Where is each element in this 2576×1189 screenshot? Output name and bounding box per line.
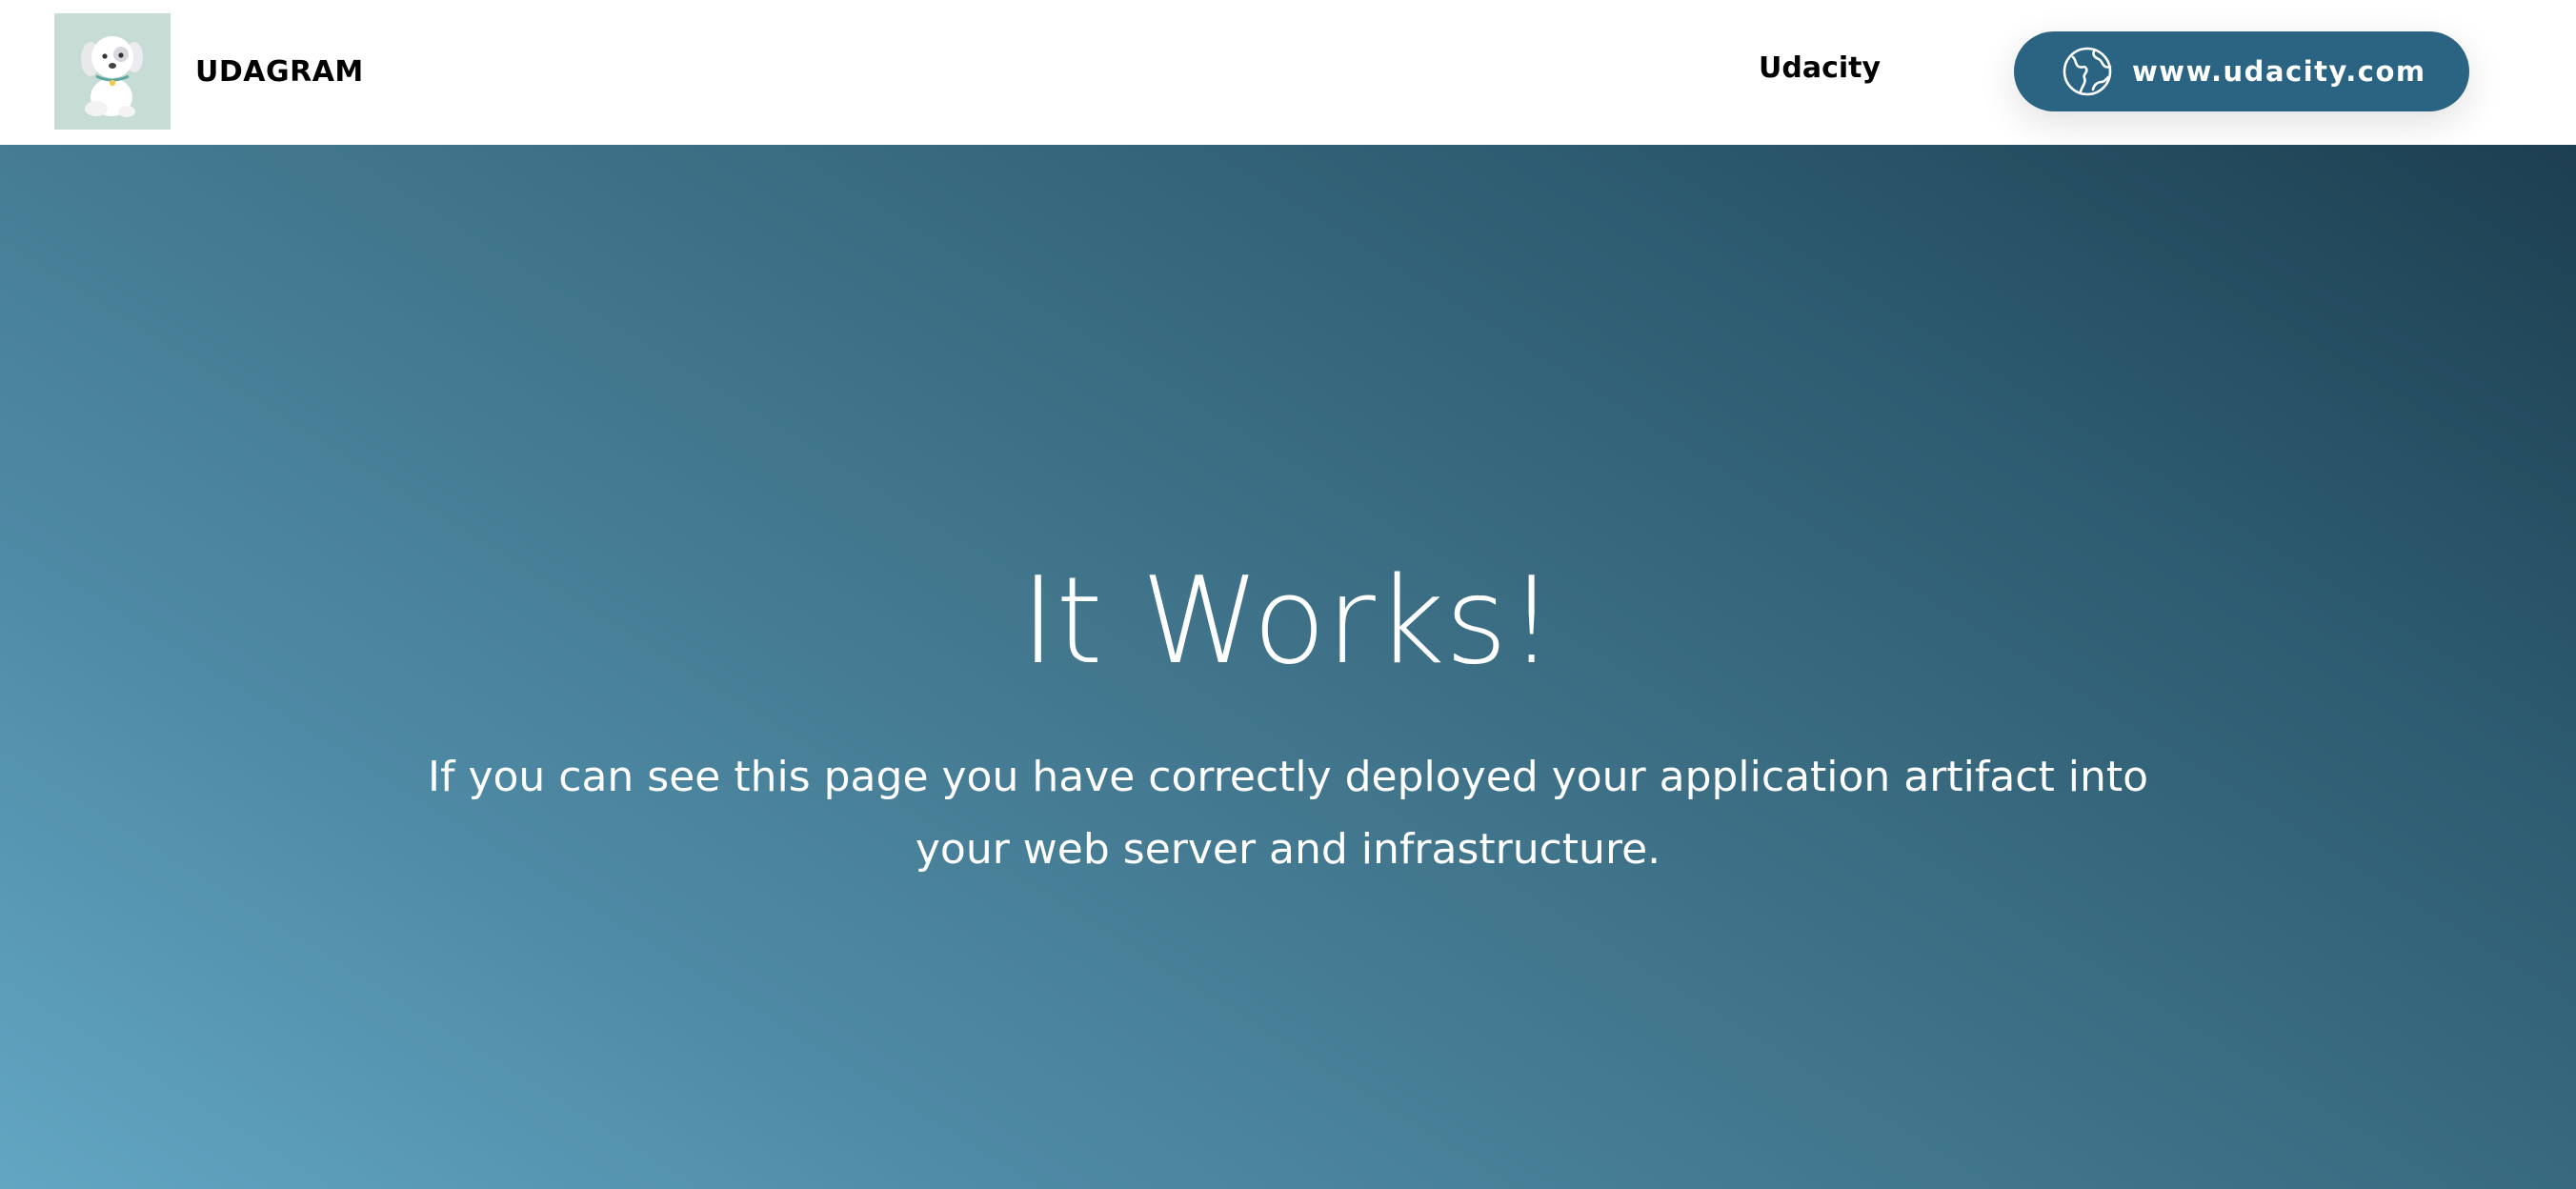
hero-section: It Works! If you can see this page you h… <box>0 145 2576 1189</box>
globe-icon <box>2063 47 2112 96</box>
brand-link[interactable]: UDAGRAM <box>54 13 364 130</box>
puppy-logo-icon <box>54 13 171 130</box>
top-navbar: UDAGRAM Udacity www.udacity.com <box>0 0 2576 145</box>
hero-title: It Works! <box>1020 551 1556 691</box>
udacity-link[interactable]: Udacity <box>1759 51 1881 85</box>
hero-description: If you can see this page you have correc… <box>427 753 2149 874</box>
brand-name: UDAGRAM <box>195 54 364 89</box>
udacity-website-button[interactable]: www.udacity.com <box>2014 31 2469 111</box>
udacity-website-label: www.udacity.com <box>2132 55 2426 88</box>
